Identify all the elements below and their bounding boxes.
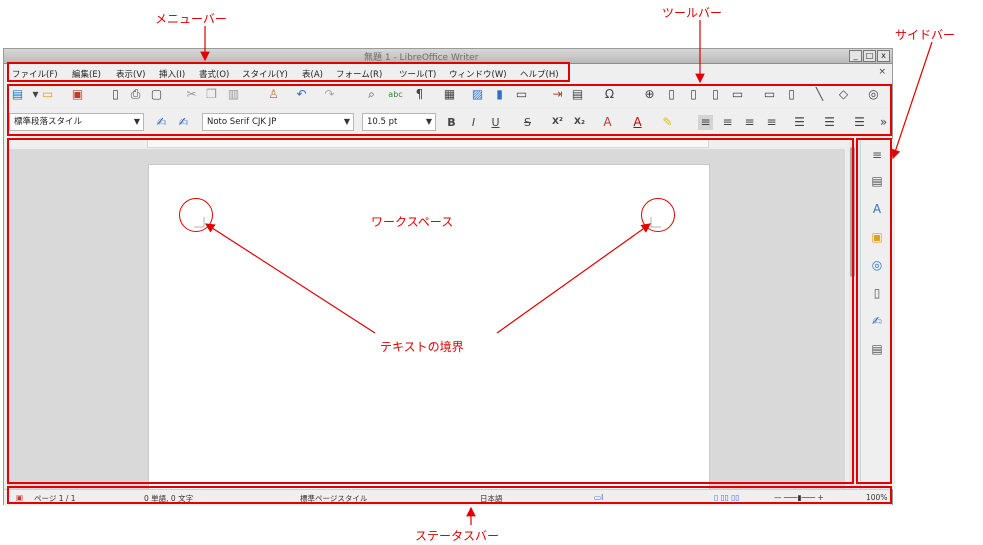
statusbar-label: ステータスバー bbox=[415, 529, 500, 543]
statusbar-highlight bbox=[7, 486, 892, 504]
toolbar-label: ツールバー bbox=[662, 6, 723, 20]
menubar-label: メニューバー bbox=[155, 12, 227, 26]
window-controls: _ □ x bbox=[849, 50, 890, 62]
minimize-button[interactable]: _ bbox=[849, 50, 862, 62]
sidebar-highlight bbox=[856, 138, 892, 484]
workspace-highlight bbox=[7, 138, 854, 484]
sidebar-label: サイドバー bbox=[895, 28, 956, 42]
text-boundary-circle-left bbox=[179, 198, 213, 232]
close-document-icon[interactable]: × bbox=[878, 67, 886, 77]
close-window-button[interactable]: x bbox=[877, 50, 890, 62]
workspace-label: ワークスペース bbox=[371, 215, 454, 229]
text-boundary-label: テキストの境界 bbox=[380, 340, 464, 354]
text-boundary-circle-right bbox=[641, 198, 675, 232]
maximize-button[interactable]: □ bbox=[863, 50, 876, 62]
menubar-highlight bbox=[7, 62, 570, 82]
toolbar-highlight bbox=[7, 84, 892, 136]
